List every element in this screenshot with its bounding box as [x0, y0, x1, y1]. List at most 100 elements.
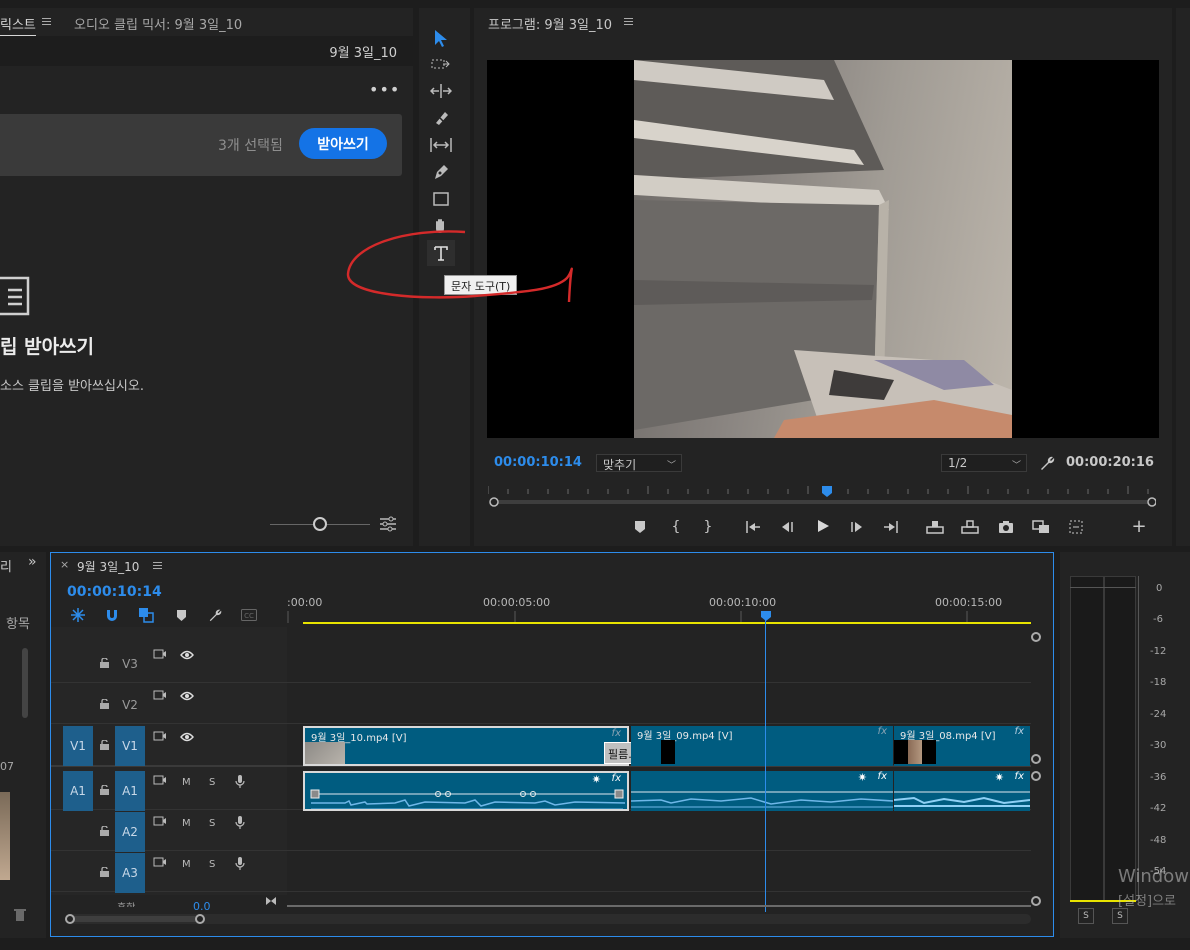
ripple-edit-icon[interactable]	[429, 81, 453, 101]
mix-value[interactable]: 0.0	[193, 900, 211, 913]
lock-icon[interactable]	[100, 826, 109, 836]
solo-right-button[interactable]: S	[1112, 908, 1128, 924]
mute-button[interactable]: M	[182, 777, 191, 788]
project-scrollbar[interactable]	[22, 648, 28, 718]
captions-icon[interactable]: CC	[239, 606, 259, 624]
lock-icon[interactable]	[100, 658, 109, 668]
extract-icon[interactable]	[960, 518, 980, 536]
play-icon[interactable]	[813, 516, 833, 536]
microphone-icon[interactable]	[235, 857, 245, 871]
tab-transcript[interactable]: 릭스트	[0, 14, 36, 36]
playhead-line[interactable]	[765, 617, 766, 912]
track-name-a1[interactable]: A1	[115, 771, 145, 811]
track-name-v3[interactable]: V3	[115, 657, 145, 671]
track-name-a3[interactable]: A3	[115, 853, 145, 893]
track-select-icon[interactable]	[429, 54, 453, 74]
timeline-timecode[interactable]: 00:00:10:14	[67, 584, 162, 600]
lock-icon[interactable]	[100, 785, 109, 795]
video-clip[interactable]: 9월 3일_08.mp4 [V] fx	[894, 726, 1030, 766]
program-current-timecode[interactable]: 00:00:10:14	[494, 455, 582, 470]
sync-lock-icon[interactable]	[153, 816, 167, 828]
sync-lock-icon[interactable]	[153, 690, 167, 702]
zoom-slider[interactable]	[270, 517, 370, 531]
settings-sliders-icon[interactable]	[379, 516, 397, 532]
close-icon[interactable]: ×	[60, 558, 69, 571]
add-button-icon[interactable]: +	[1130, 516, 1148, 537]
vertical-scroll-handle[interactable]	[1031, 896, 1041, 906]
track-name-v2[interactable]: V2	[115, 698, 145, 712]
source-patch-v1[interactable]: V1	[63, 726, 93, 766]
scroll-end-handle[interactable]	[195, 914, 205, 924]
slip-icon[interactable]	[429, 135, 453, 155]
more-options-icon[interactable]: •••	[369, 80, 400, 99]
video-clip[interactable]: 9월 3일_10.mp4 [V] fx	[303, 726, 629, 766]
add-marker-icon[interactable]	[172, 606, 190, 624]
nest-toggle-icon[interactable]	[69, 606, 87, 624]
lock-icon[interactable]	[100, 740, 109, 750]
audio-clip[interactable]: ✷ fx	[631, 771, 893, 811]
scroll-start-handle[interactable]	[65, 914, 75, 924]
eye-icon[interactable]	[180, 650, 194, 660]
export-frame-icon[interactable]	[997, 518, 1015, 536]
go-to-out-icon[interactable]	[882, 518, 900, 536]
track-name-a2[interactable]: A2	[115, 812, 145, 852]
sync-lock-icon[interactable]	[153, 775, 167, 787]
expand-panels-icon[interactable]: »	[28, 554, 37, 570]
lift-icon[interactable]	[925, 518, 945, 536]
audio-clip[interactable]: ✷ fx	[894, 771, 1030, 811]
rectangle-icon[interactable]	[429, 189, 453, 209]
sync-lock-icon[interactable]	[153, 649, 167, 661]
source-patch-a1[interactable]: A1	[63, 771, 93, 811]
time-ruler[interactable]: :00:00 00:00:05:00 00:00:10:00 00:00:15:…	[287, 593, 1031, 627]
mute-button[interactable]: M	[182, 859, 191, 870]
add-marker-icon[interactable]	[632, 518, 648, 536]
solo-button[interactable]: S	[209, 777, 215, 788]
sync-lock-icon[interactable]	[153, 857, 167, 869]
linked-selection-icon[interactable]	[137, 606, 155, 624]
lock-icon[interactable]	[100, 867, 109, 877]
program-scrub-ruler[interactable]	[488, 484, 1156, 508]
go-to-end-icon[interactable]	[265, 896, 277, 906]
microphone-icon[interactable]	[235, 775, 245, 789]
tab-menu-icon[interactable]	[42, 18, 51, 25]
comparison-view-icon[interactable]	[1031, 518, 1051, 536]
timeline-settings-wrench-icon[interactable]	[206, 606, 224, 624]
sync-lock-icon[interactable]	[153, 731, 167, 743]
monitor-menu-icon[interactable]	[624, 18, 633, 25]
resolution-dropdown[interactable]: 1/2 ﹀	[941, 454, 1027, 472]
snap-icon[interactable]	[103, 606, 121, 624]
mute-button[interactable]: M	[182, 818, 191, 829]
vertical-scroll-handle[interactable]	[1031, 632, 1041, 642]
wrench-icon[interactable]	[1039, 455, 1055, 471]
audio-clip[interactable]: ✷ fx	[303, 771, 629, 811]
horizontal-scroll-thumb[interactable]	[69, 916, 201, 922]
fit-dropdown[interactable]: 맞추기 ﹀	[596, 454, 682, 472]
razor-icon[interactable]	[429, 108, 453, 128]
mark-in-icon[interactable]: {	[668, 518, 684, 536]
project-tab-label[interactable]: 리	[0, 556, 12, 575]
trash-icon[interactable]	[14, 908, 26, 922]
vertical-scroll-handle[interactable]	[1031, 754, 1041, 764]
solo-button[interactable]: S	[209, 818, 215, 829]
step-back-icon[interactable]	[778, 518, 796, 536]
lock-icon[interactable]	[100, 699, 109, 709]
step-forward-icon[interactable]	[848, 518, 866, 536]
mark-out-icon[interactable]: }	[700, 518, 716, 536]
microphone-icon[interactable]	[235, 816, 245, 830]
timeline-menu-icon[interactable]	[153, 562, 162, 569]
tab-audio-clip-mixer[interactable]: 오디오 클립 믹서: 9월 3일_10	[74, 14, 242, 33]
pen-icon[interactable]	[429, 162, 453, 182]
proxy-toggle-icon[interactable]	[1066, 518, 1086, 536]
eye-icon[interactable]	[180, 732, 194, 742]
go-to-in-icon[interactable]	[744, 518, 762, 536]
selection-tool-icon[interactable]	[429, 26, 453, 50]
horizontal-scrollbar[interactable]	[65, 914, 1031, 924]
timeline-tab-title[interactable]: 9월 3일_10	[77, 558, 139, 575]
eye-icon[interactable]	[180, 691, 194, 701]
zoom-slider-handle[interactable]	[313, 517, 327, 531]
track-name-v1[interactable]: V1	[115, 726, 145, 766]
project-item-thumbnail[interactable]	[0, 792, 10, 880]
video-frame[interactable]	[487, 60, 1159, 438]
vertical-scroll-handle[interactable]	[1031, 771, 1041, 781]
solo-button[interactable]: S	[209, 859, 215, 870]
